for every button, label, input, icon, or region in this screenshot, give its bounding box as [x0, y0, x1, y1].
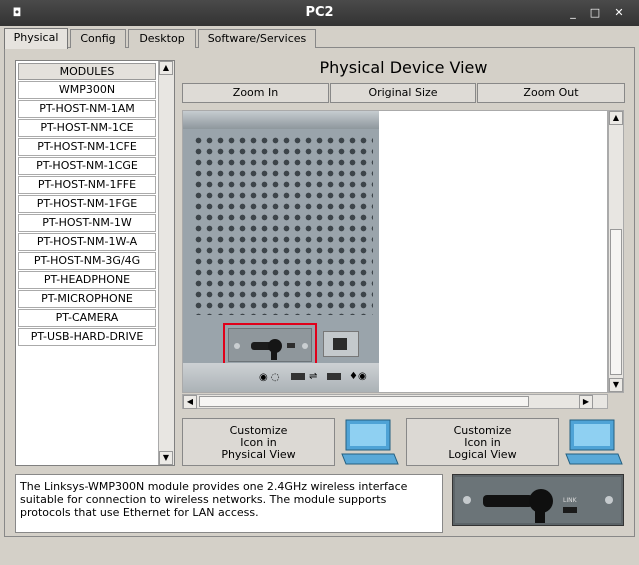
- module-image: LINK: [452, 474, 624, 526]
- customize-logical-icon-button[interactable]: Customize Icon in Logical View: [406, 418, 559, 466]
- minimize-button[interactable]: _: [566, 6, 580, 20]
- module-item[interactable]: PT-HOST-NM-3G/4G: [18, 252, 156, 270]
- module-item[interactable]: PT-HOST-NM-1AM: [18, 100, 156, 118]
- chassis-top: [183, 111, 379, 129]
- tab-software-services[interactable]: Software/Services: [198, 29, 316, 48]
- module-item[interactable]: PT-HEADPHONE: [18, 271, 156, 289]
- module-item[interactable]: PT-HOST-NM-1FFE: [18, 176, 156, 194]
- window-title: PC2: [305, 5, 334, 20]
- ethernet-port-panel: [323, 331, 359, 357]
- wmp300n-module-icon: [455, 477, 621, 523]
- module-item[interactable]: PT-HOST-NM-1W-A: [18, 233, 156, 251]
- modules-header: MODULES: [18, 63, 156, 80]
- scroll-down-icon[interactable]: ▼: [609, 378, 623, 392]
- scroll-up-icon[interactable]: ▲: [159, 61, 173, 75]
- close-button[interactable]: ✕: [612, 6, 626, 20]
- module-item[interactable]: PT-CAMERA: [18, 309, 156, 327]
- view-vertical-scrollbar[interactable]: ▲ ▼: [608, 110, 624, 393]
- tab-physical[interactable]: Physical: [4, 28, 68, 49]
- module-item[interactable]: PT-HOST-NM-1CFE: [18, 138, 156, 156]
- scroll-right-icon[interactable]: ▶: [579, 395, 593, 409]
- usb-symbol-icon: ⇌: [309, 371, 318, 382]
- module-item[interactable]: PT-HOST-NM-1CGE: [18, 157, 156, 175]
- maximize-button[interactable]: □: [588, 6, 602, 20]
- scroll-up-icon[interactable]: ▲: [609, 111, 623, 125]
- microphone-port-icon: ♦◉: [349, 371, 367, 382]
- view-horizontal-scrollbar[interactable]: ◀ ▶: [182, 394, 608, 409]
- vent-grille: [193, 135, 373, 315]
- antenna-icon: [234, 339, 308, 360]
- ethernet-port-icon: [333, 338, 347, 350]
- module-item[interactable]: PT-USB-HARD-DRIVE: [18, 328, 156, 346]
- scroll-thumb[interactable]: [199, 396, 529, 407]
- scroll-thumb[interactable]: [610, 229, 622, 375]
- title-bar: ◘ PC2 _ □ ✕: [0, 0, 639, 26]
- module-item[interactable]: PT-MICROPHONE: [18, 290, 156, 308]
- module-item[interactable]: PT-HOST-NM-1W: [18, 214, 156, 232]
- physical-device-view-title: Physical Device View: [319, 58, 488, 77]
- zoom-in-button[interactable]: Zoom In: [182, 83, 329, 103]
- module-item[interactable]: PT-HOST-NM-1CE: [18, 119, 156, 137]
- customize-physical-icon-button[interactable]: Customize Icon in Physical View: [182, 418, 335, 466]
- scroll-left-icon[interactable]: ◀: [183, 395, 197, 409]
- pc-chassis-image: ◉ ◌ ⇌ ♦◉: [183, 111, 379, 392]
- audio-port-icon: ◉ ◌: [259, 372, 280, 383]
- link-label: LINK: [563, 497, 577, 504]
- module-item[interactable]: WMP300N: [18, 81, 156, 99]
- device-viewport[interactable]: ◉ ◌ ⇌ ♦◉: [182, 110, 608, 393]
- wmp300n-slot: [228, 328, 312, 362]
- tab-desktop[interactable]: Desktop: [128, 29, 196, 48]
- module-item[interactable]: PT-HOST-NM-1FGE: [18, 195, 156, 213]
- module-description: The Linksys-WMP300N module provides one …: [15, 474, 443, 533]
- io-port-panel: ◉ ◌ ⇌ ♦◉: [183, 363, 379, 392]
- module-slot-highlight[interactable]: [223, 323, 317, 367]
- scroll-down-icon[interactable]: ▼: [159, 451, 173, 465]
- usb-port-icon: [327, 373, 341, 380]
- usb-port-icon: [291, 373, 305, 380]
- pc-icon: [341, 419, 399, 465]
- pc-icon: [565, 419, 623, 465]
- modules-list: MODULES WMP300N PT-HOST-NM-1AM PT-HOST-N…: [15, 60, 175, 466]
- original-size-button[interactable]: Original Size: [330, 83, 476, 103]
- modules-scrollbar[interactable]: ▲ ▼: [158, 61, 174, 465]
- tab-config[interactable]: Config: [70, 29, 126, 48]
- zoom-out-button[interactable]: Zoom Out: [477, 83, 625, 103]
